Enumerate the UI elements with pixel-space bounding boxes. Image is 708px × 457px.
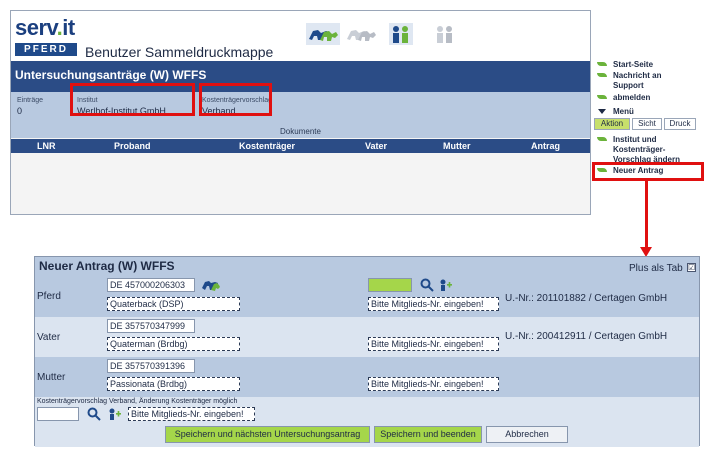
side-link-support-label: Nachricht an Support: [613, 71, 662, 90]
people-group-inactive-icon[interactable]: [433, 23, 457, 45]
documents-header: Dokumente: [11, 125, 590, 138]
logo-word-2: it: [62, 15, 75, 40]
row-pferd-label: Pferd: [37, 291, 61, 302]
col-lnr[interactable]: LNR: [37, 141, 56, 151]
table-header: LNR Proband Kostenträger Vater Mutter An…: [11, 139, 590, 153]
vater-id-field[interactable]: DE 357570347999: [107, 319, 195, 333]
people-group-icon[interactable]: [389, 23, 413, 45]
row-mutter-label: Mutter: [37, 372, 66, 383]
logo-subtitle: PFERD: [15, 43, 77, 56]
side-action-change-institute-label: Institut und Kostenträger-Vorschlag ände…: [613, 135, 680, 164]
search-icon[interactable]: [420, 278, 434, 292]
cancel-button[interactable]: Abbrechen: [486, 426, 568, 443]
col-vater[interactable]: Vater: [365, 141, 387, 151]
add-person-icon[interactable]: [107, 407, 121, 421]
horse-group-inactive-icon[interactable]: [344, 23, 378, 45]
kosten-note: Kostenträgervorschlag Verband, Änderung …: [37, 398, 238, 405]
arrow-line: [645, 181, 648, 249]
search-icon[interactable]: [87, 407, 101, 421]
side-link-logout[interactable]: abmelden: [597, 93, 650, 103]
col-kostentraeger[interactable]: Kostenträger: [239, 141, 295, 151]
new-request-dialog: Neuer Antrag (W) WFFS Plus als Tab ☑ Pfe…: [34, 256, 700, 447]
plus-tab-label: Plus als Tab: [629, 263, 683, 274]
section-title: Untersuchungsanträge (W) WFFS: [15, 68, 207, 82]
side-link-start[interactable]: Start-Seite: [597, 60, 653, 70]
col-antrag[interactable]: Antrag: [531, 141, 560, 151]
save-close-button[interactable]: Speichern und beenden: [374, 426, 482, 443]
vater-member-input[interactable]: Bitte Mitglieds-Nr. eingeben!: [368, 337, 499, 351]
highlight-institute: [70, 83, 195, 116]
entries-label: Einträge: [17, 97, 44, 104]
servit-logo[interactable]: serv.it PFERD: [15, 17, 79, 57]
leaf-icon: [597, 62, 607, 66]
add-person-icon[interactable]: [438, 278, 452, 292]
vater-name-field[interactable]: Quaterman (Brdbg): [107, 337, 240, 351]
side-action-change-institute[interactable]: Institut und Kostenträger-Vorschlag ände…: [597, 135, 698, 165]
app-header: serv.it PFERD Benutzer Sammeldruckmappe: [11, 11, 590, 61]
leaf-icon: [597, 95, 607, 99]
tab-aktion[interactable]: Aktion: [594, 118, 630, 130]
leaf-icon: [597, 137, 607, 141]
pferd-name-field[interactable]: Quaterback (DSP): [107, 297, 240, 311]
leaf-icon: [597, 73, 607, 77]
row-kostentraeger: Kostenträgervorschlag Verband, Änderung …: [35, 397, 699, 447]
pferd-unr: U.-Nr.: 201101882 / Certagen GmbH: [505, 293, 668, 304]
caret-down-icon: [598, 109, 606, 114]
tab-sicht[interactable]: Sicht: [632, 118, 662, 130]
menu-toggle[interactable]: Menü: [598, 107, 634, 117]
kosten-member-input[interactable]: Bitte Mitglieds-Nr. eingeben!: [128, 407, 255, 421]
mutter-id-field[interactable]: DE 357570391396: [107, 359, 195, 373]
highlight-cost-bearer: [199, 83, 272, 116]
main-window: serv.it PFERD Benutzer Sammeldruckmappe: [10, 10, 591, 215]
plus-tab-checkbox[interactable]: ☑: [687, 263, 696, 272]
pferd-id-field[interactable]: DE 457000206303: [107, 278, 195, 292]
horse-search-icon[interactable]: [201, 278, 221, 292]
save-next-button[interactable]: Speichern und nächsten Untersuchungsantr…: [165, 426, 370, 443]
mutter-name-field[interactable]: Passionata (Brdbg): [107, 377, 240, 391]
page-title: Benutzer Sammeldruckmappe: [85, 44, 274, 60]
row-mutter: Mutter DE 357570391396 Passionata (Brdbg…: [35, 357, 699, 397]
col-proband[interactable]: Proband: [114, 141, 151, 151]
side-link-support[interactable]: Nachricht an Support: [597, 71, 694, 91]
entries-cell: Einträge 0: [17, 96, 43, 117]
row-pferd: Pferd DE 457000206303 Quaterback (DSP) B…: [35, 276, 699, 317]
logo-word: serv: [15, 15, 57, 40]
pferd-color-field[interactable]: [368, 278, 412, 292]
horse-group-icon[interactable]: [306, 23, 340, 45]
pferd-member-input[interactable]: Bitte Mitglieds-Nr. eingeben!: [368, 297, 499, 311]
tab-druck[interactable]: Druck: [664, 118, 696, 130]
kosten-input[interactable]: [37, 407, 79, 421]
mutter-member-input[interactable]: Bitte Mitglieds-Nr. eingeben!: [368, 377, 499, 391]
highlight-new-request: [592, 162, 704, 181]
dialog-title: Neuer Antrag (W) WFFS: [39, 259, 175, 273]
vater-unr: U.-Nr.: 200412911 / Certagen GmbH: [505, 331, 668, 342]
col-mutter[interactable]: Mutter: [443, 141, 471, 151]
entries-value: 0: [17, 106, 23, 116]
row-vater-label: Vater: [37, 332, 61, 343]
row-vater: Vater DE 357570347999 Quaterman (Brdbg) …: [35, 317, 699, 357]
